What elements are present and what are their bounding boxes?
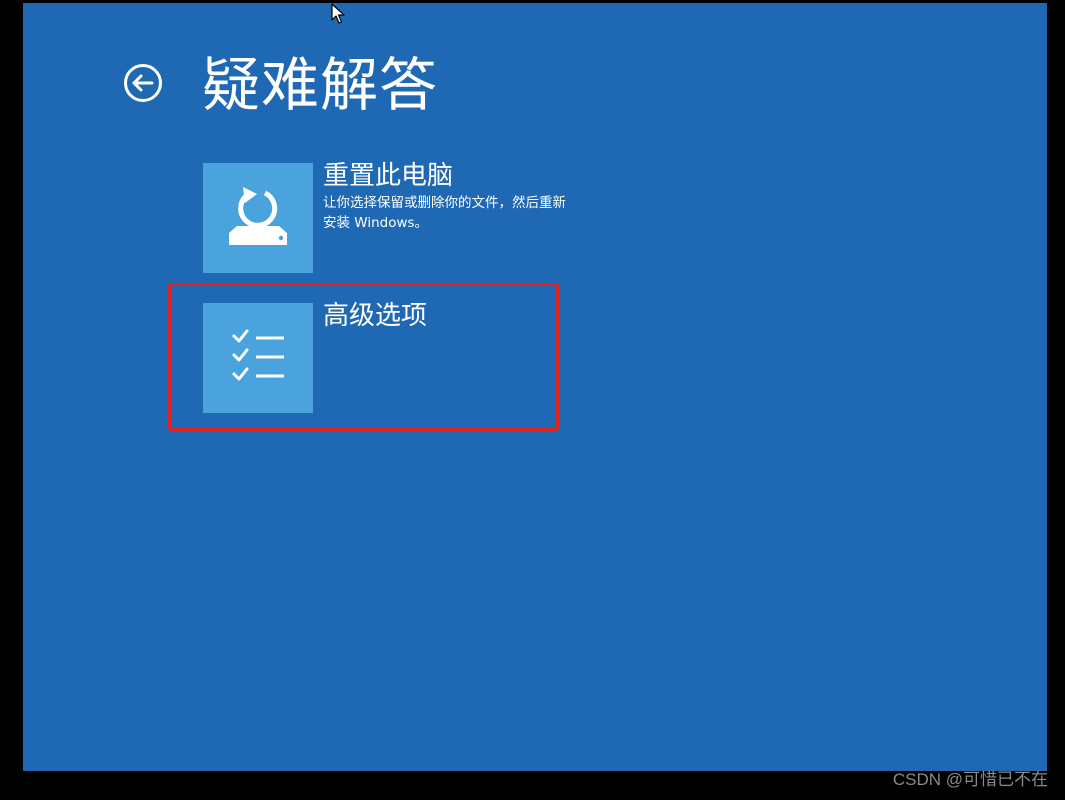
- reset-pc-option[interactable]: 重置此电脑 让你选择保留或删除你的文件，然后重新安装 Windows。: [203, 161, 583, 273]
- back-button[interactable]: [123, 63, 163, 103]
- advanced-options-option[interactable]: 高级选项: [203, 301, 583, 413]
- reset-pc-icon: [229, 187, 287, 245]
- recovery-screen: 疑难解答 重置此电脑 让你选择保留或删除你的文件，然后重新安装 Windows。: [23, 3, 1047, 771]
- mouse-cursor-icon: [331, 3, 345, 29]
- advanced-options-tile[interactable]: [203, 303, 313, 413]
- reset-pc-description: 让你选择保留或删除你的文件，然后重新安装 Windows。: [323, 195, 566, 231]
- watermark: CSDN @可惜已不在: [892, 770, 1048, 789]
- reset-pc-tile[interactable]: [203, 163, 313, 273]
- reset-pc-title: 重置此电脑: [323, 161, 454, 191]
- page-title: 疑难解答: [202, 51, 439, 119]
- back-arrow-circle-icon: [124, 64, 162, 102]
- advanced-options-title: 高级选项: [323, 301, 428, 331]
- checklist-icon: [232, 329, 284, 381]
